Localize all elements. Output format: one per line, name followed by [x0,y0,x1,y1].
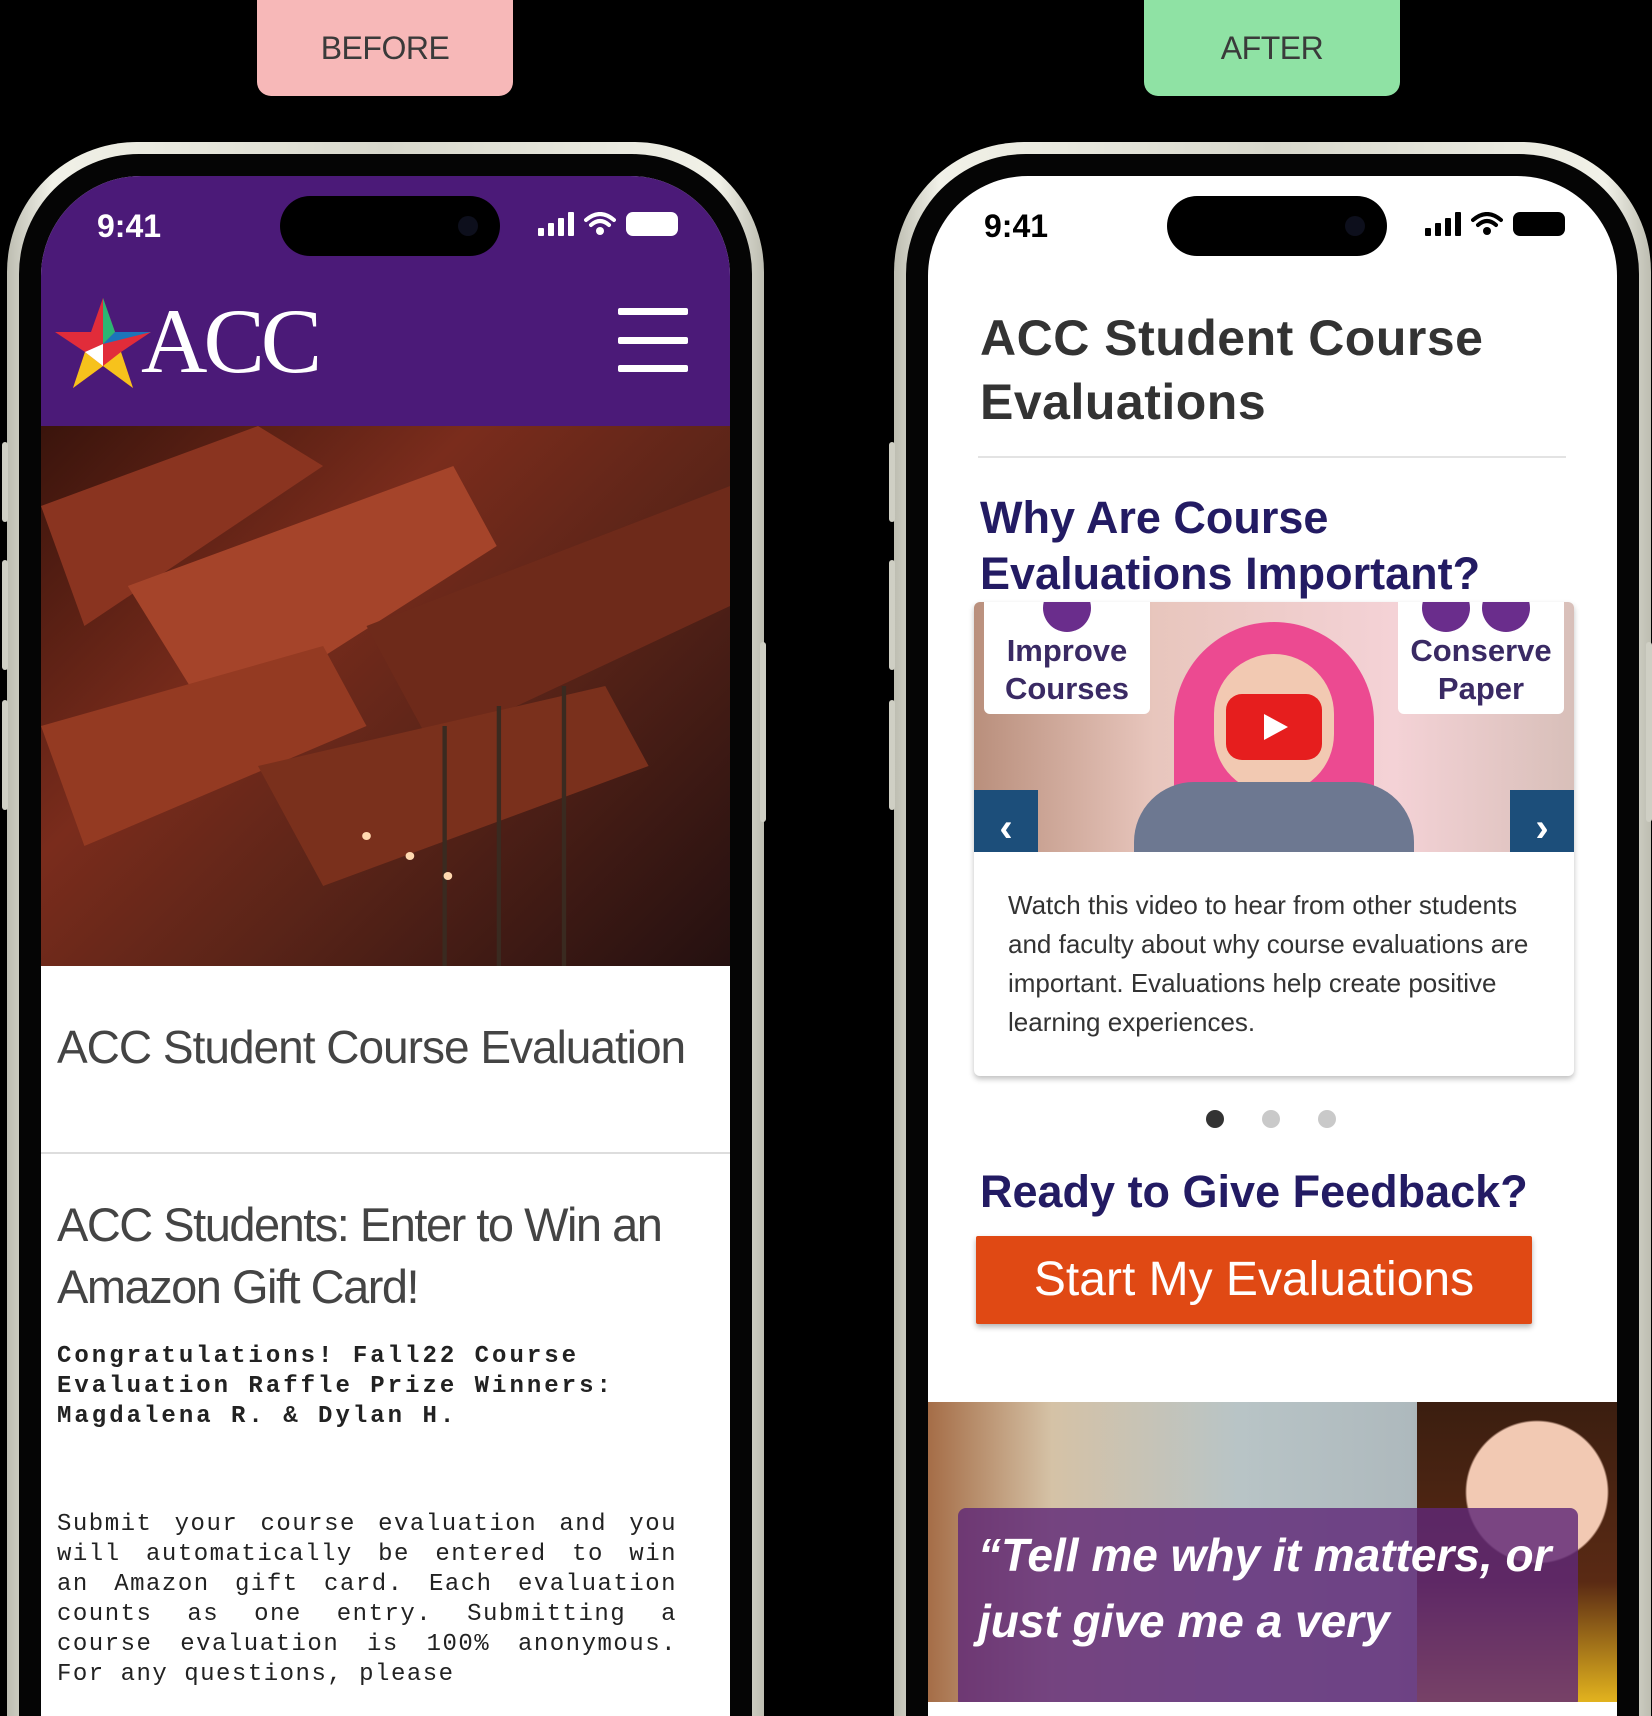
raffle-body-text: Submit your course evaluation and you wi… [57,1511,677,1688]
battery-icon [626,212,678,236]
phone-volume-up-button [2,560,8,670]
carousel-prev-button[interactable]: ‹ [974,790,1038,852]
dynamic-island [280,196,500,256]
checkmark-icon [1043,602,1091,632]
carousel-next-button[interactable]: › [1510,790,1574,852]
after-label: AFTER [1144,0,1400,96]
section-heading-why: Why Are Course Evaluations Important? [980,492,1481,599]
section-heading-ready: Ready to Give Feedback? [980,1166,1528,1217]
checkmark-icon [1482,602,1530,632]
screen-after: 9:41 ACC Student Course Evaluations Why … [928,176,1617,1716]
acc-star-logo-icon [55,298,151,388]
cellular-signal-icon [538,212,574,236]
hero-image [41,426,730,966]
raffle-winners-text: Congratulations! Fall22 Course Evaluatio… [57,1343,614,1430]
video-thumbnail[interactable]: Improve Courses Conserve Paper ‹ › [974,602,1574,852]
raffle-heading: ACC Students: Enter to Win an Amazon Gif… [57,1198,663,1313]
divider [41,1152,730,1154]
status-time: 9:41 [97,208,162,244]
carousel-dot[interactable] [1318,1110,1336,1128]
conserve-paper-card: Conserve Paper [1398,602,1564,714]
status-bar: 9:41 [928,176,1617,276]
status-bar: 9:41 [41,176,730,276]
before-label: BEFORE [257,0,513,96]
phone-after: 9:41 ACC Student Course Evaluations Why … [894,142,1651,1716]
start-evaluations-button[interactable]: Start My Evaluations [976,1236,1532,1324]
phone-power-button [1646,642,1652,822]
status-time: 9:41 [984,208,1049,244]
acc-logo-text[interactable]: ACC [141,288,322,394]
screen-before: 9:41 ACC ACC Student Course Evaluation A… [41,176,730,1716]
battery-icon [1513,212,1565,236]
camera-icon [1345,216,1365,236]
improve-courses-card: Improve Courses [984,602,1150,714]
youtube-play-icon[interactable] [1226,694,1322,760]
phone-volume-down-button [2,700,8,810]
phone-before: 9:41 ACC ACC Student Course Evaluation A… [7,142,764,1716]
carousel-caption: Watch this video to hear from other stud… [1008,890,1529,1037]
carousel-pagination [1206,1110,1336,1128]
wifi-icon [1471,212,1503,235]
cellular-signal-icon [1425,212,1461,236]
phone-power-button [760,642,766,822]
phone-side-button [889,442,895,522]
testimonial-banner: “Tell me why it matters, or just give me… [928,1402,1617,1702]
page-title: ACC Student Course Evaluations [980,310,1484,430]
divider [978,456,1566,458]
testimonial-quote: “Tell me why it matters, or just give me… [958,1508,1578,1702]
camera-icon [458,216,478,236]
phone-volume-up-button [889,560,895,670]
video-carousel: Improve Courses Conserve Paper ‹ › Watch… [974,602,1574,1076]
phone-side-button [2,442,8,522]
phone-volume-down-button [889,700,895,810]
checkmark-icon [1422,602,1470,632]
carousel-dot[interactable] [1262,1110,1280,1128]
menu-icon[interactable] [618,308,688,372]
wifi-icon [584,212,616,235]
carousel-dot[interactable] [1206,1110,1224,1128]
page-title: ACC Student Course Evaluation [57,1021,686,1073]
dynamic-island [1167,196,1387,256]
